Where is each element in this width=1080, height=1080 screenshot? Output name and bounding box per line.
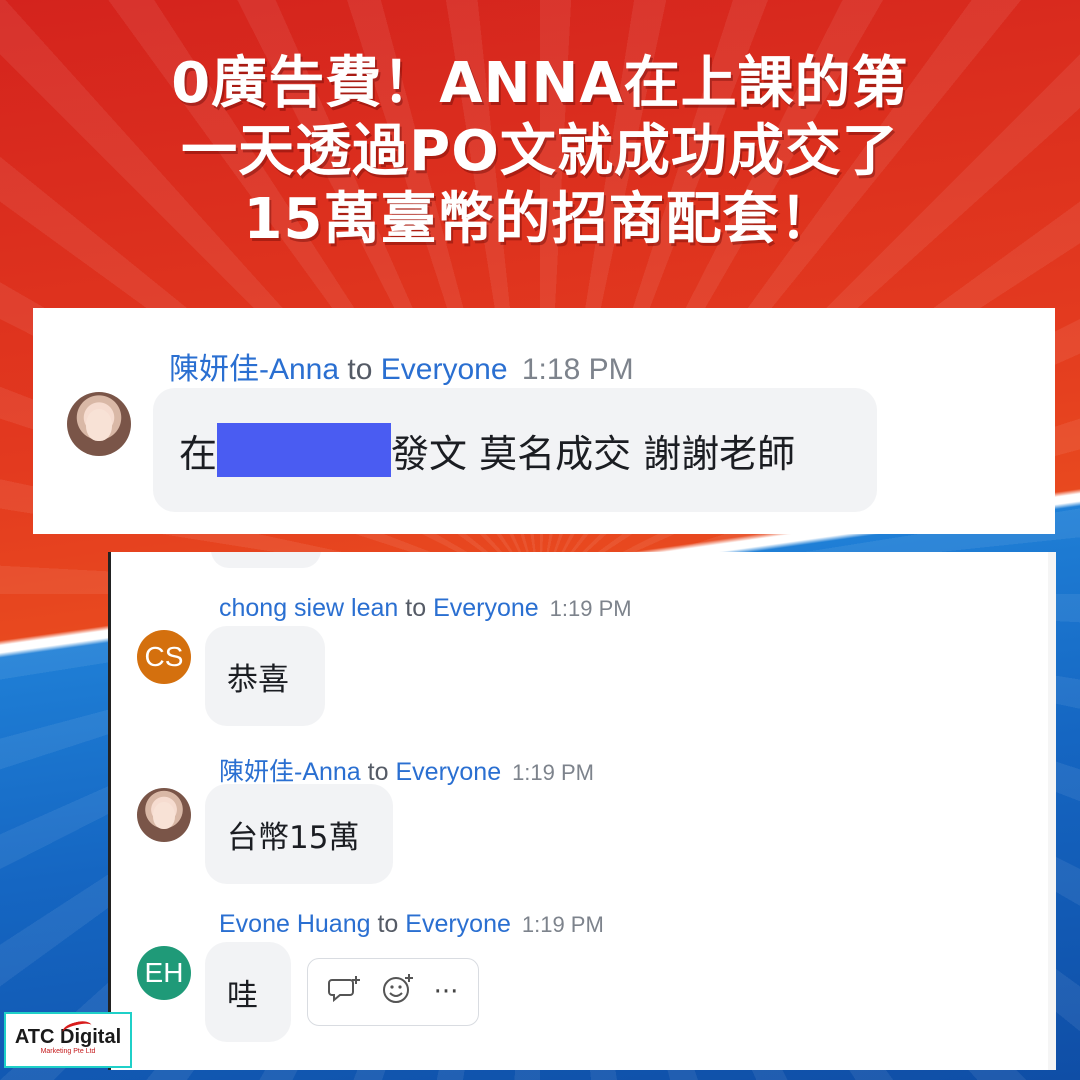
avatar[interactable]: EH	[137, 946, 191, 1000]
recipient-name[interactable]: Everyone	[381, 353, 508, 386]
message-text: 台幣15萬	[227, 819, 360, 856]
company-logo: ATC Digital Marketing Pte Ltd	[4, 1012, 132, 1068]
message-header: chong siew lean to Everyone 1:19 PM	[219, 594, 632, 623]
message-bubble[interactable]: 台幣15萬	[205, 784, 393, 884]
avatar-face	[153, 802, 175, 830]
message-text: 恭喜	[227, 661, 289, 698]
more-options-icon[interactable]: ···	[434, 977, 459, 1007]
to-label: to	[347, 353, 373, 386]
recipient-name[interactable]: Everyone	[395, 758, 501, 786]
to-label: to	[367, 758, 389, 786]
recipient-name[interactable]: Everyone	[433, 594, 539, 622]
sender-name[interactable]: 陳妍佳-Anna	[169, 353, 339, 386]
scrollbar[interactable]	[1048, 552, 1056, 1070]
message-header: Evone Huang to Everyone 1:19 PM	[219, 910, 604, 939]
avatar-face	[86, 408, 112, 441]
chat-panel-top: 陳妍佳-Anna to Everyone 1:18 PM 在 發文 莫名成交 謝…	[33, 308, 1055, 534]
to-label: to	[405, 594, 427, 622]
message-text: 哇	[227, 977, 258, 1014]
headline-line-2: 一天透過PO文就成功成交了	[181, 119, 899, 184]
redaction-box	[217, 423, 392, 477]
emoji-plus-icon[interactable]	[381, 973, 415, 1012]
message-bubble[interactable]: 恭喜	[205, 626, 325, 726]
recipient-name[interactable]: Everyone	[405, 910, 511, 938]
headline-line-3: 15萬臺幣的招商配套！	[243, 187, 837, 252]
message-bubble[interactable]: 哇	[205, 942, 291, 1042]
sender-name[interactable]: 陳妍佳-Anna	[219, 758, 361, 786]
message-actions-bar: ···	[307, 958, 479, 1026]
chat-panel-bottom: chong siew lean to Everyone 1:19 PM CS 恭…	[108, 552, 1056, 1070]
message-bubble[interactable]: 在 發文 莫名成交 謝謝老師	[153, 388, 877, 512]
sender-name[interactable]: Evone Huang	[219, 910, 371, 938]
sender-name[interactable]: chong siew lean	[219, 594, 398, 622]
headline: 0廣告費！ANNA在上課的第 一天透過PO文就成功成交了 15萬臺幣的招商配套！	[0, 50, 1080, 254]
message-time: 1:18 PM	[521, 353, 634, 386]
message-header: 陳妍佳-Anna to Everyone 1:19 PM	[219, 752, 594, 788]
message-header: 陳妍佳-Anna to Everyone 1:18 PM	[169, 344, 634, 388]
avatar[interactable]	[137, 788, 191, 842]
to-label: to	[377, 910, 399, 938]
comment-plus-icon[interactable]	[327, 974, 362, 1011]
message-time: 1:19 PM	[512, 760, 594, 785]
headline-line-1: 0廣告費！ANNA在上課的第	[171, 51, 909, 116]
message-time: 1:19 PM	[521, 912, 604, 937]
previous-bubble-edge	[211, 552, 321, 568]
message-text-before: 在	[179, 431, 218, 476]
avatar[interactable]: CS	[137, 630, 191, 684]
message-time: 1:19 PM	[549, 596, 632, 621]
avatar[interactable]	[67, 392, 131, 456]
logo-sub-text: Marketing Pte Ltd	[40, 1047, 96, 1055]
message-text-after: 發文 莫名成交 謝謝老師	[391, 431, 796, 476]
